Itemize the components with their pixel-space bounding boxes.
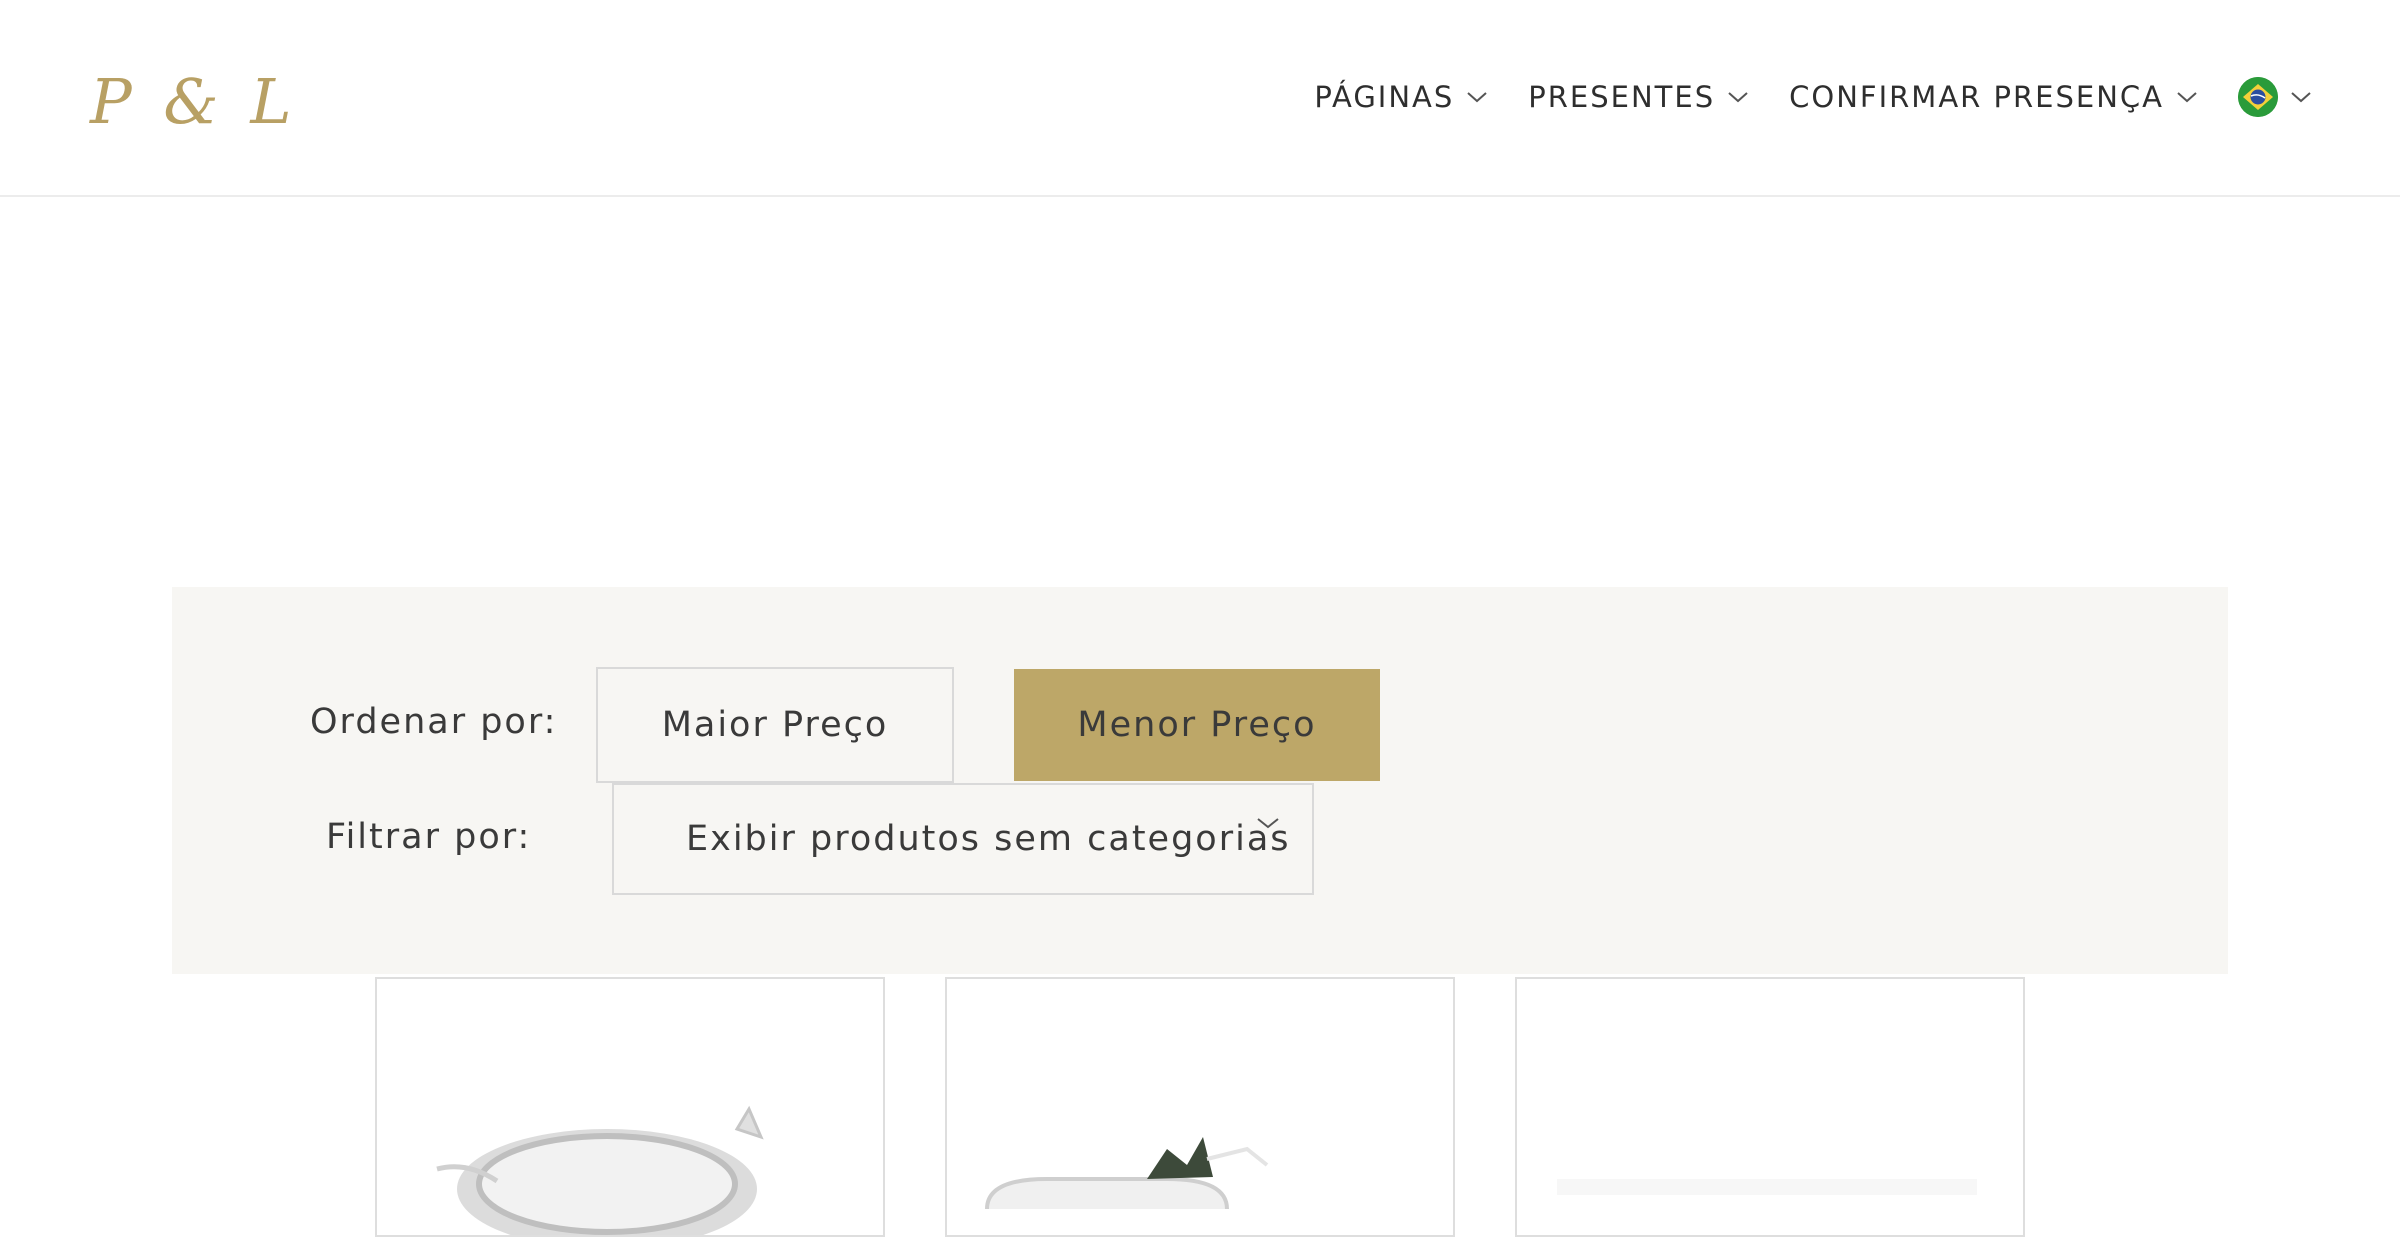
product-card[interactable]	[1515, 977, 2025, 1237]
nav-item-confirmar-presenca[interactable]: CONFIRMAR PRESENÇA	[1789, 80, 2198, 114]
chevron-down-icon	[2290, 90, 2312, 104]
site-logo[interactable]: P & L	[90, 62, 298, 142]
nav-item-paginas[interactable]: PÁGINAS	[1314, 80, 1488, 114]
language-selector[interactable]	[2238, 77, 2312, 117]
nav-item-label: PÁGINAS	[1314, 80, 1455, 114]
nav-item-label: PRESENTES	[1528, 80, 1716, 114]
nav-item-presentes[interactable]: PRESENTES	[1528, 80, 1749, 114]
sort-highest-price-button[interactable]: Maior Preço	[596, 667, 954, 783]
chevron-down-icon	[2176, 90, 2198, 104]
main-nav: PÁGINAS PRESENTES CONFIRMAR PRESENÇA	[1274, 72, 2312, 122]
category-filter-value: Exibir produtos sem categorias	[686, 819, 1291, 859]
nav-item-label: CONFIRMAR PRESENÇA	[1789, 80, 2164, 114]
sort-lowest-price-button[interactable]: Menor Preço	[1014, 669, 1380, 781]
filter-panel: Ordenar por: Maior Preço Menor Preço Fil…	[172, 587, 2228, 974]
product-image	[947, 979, 1453, 1235]
chevron-down-icon	[1256, 815, 1280, 831]
product-image	[377, 979, 883, 1235]
category-filter-select[interactable]: Exibir produtos sem categorias	[612, 783, 1314, 895]
product-image	[1517, 979, 2023, 1235]
sort-label: Ordenar por:	[310, 702, 558, 742]
chevron-down-icon	[1466, 90, 1488, 104]
chevron-down-icon	[1727, 90, 1749, 104]
filter-label: Filtrar por:	[326, 817, 532, 857]
brazil-flag-icon	[2238, 77, 2278, 117]
product-card[interactable]	[945, 977, 1455, 1237]
product-card[interactable]	[375, 977, 885, 1237]
site-header: P & L PÁGINAS PRESENTES CONFIRMAR PRESEN…	[0, 0, 2400, 197]
